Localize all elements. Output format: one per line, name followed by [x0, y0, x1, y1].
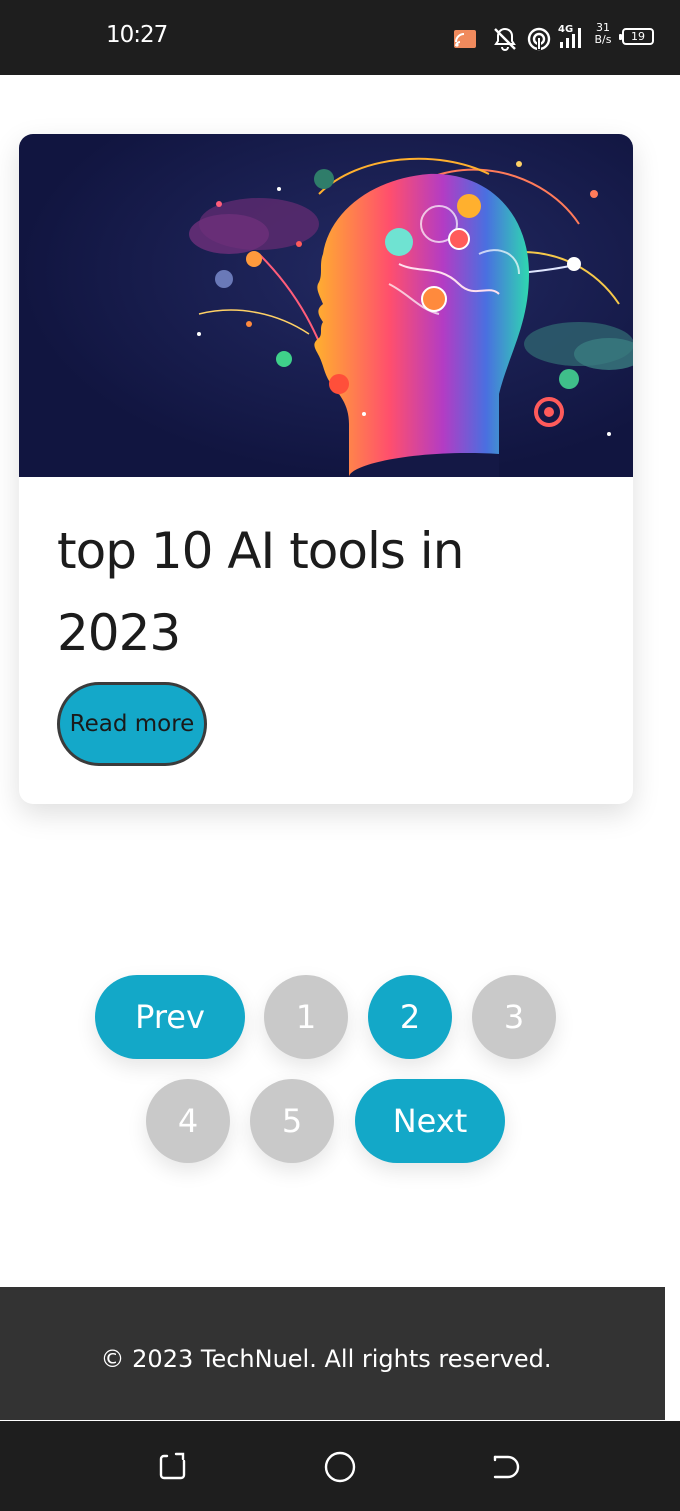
page-5-button[interactable]: 5 [250, 1079, 334, 1163]
article-title[interactable]: top 10 AI tools in 2023 [57, 510, 597, 674]
page-4-button[interactable]: 4 [146, 1079, 230, 1163]
svg-text:4G: 4G [558, 24, 573, 35]
signal-4g-icon: 4G [558, 24, 581, 48]
next-button[interactable]: Next [355, 1079, 505, 1163]
read-more-button[interactable]: Read more [57, 682, 207, 766]
status-time: 10:27 [106, 22, 168, 48]
recent-apps-icon[interactable] [156, 1449, 192, 1485]
page-2-button-current[interactable]: 2 [368, 975, 452, 1059]
status-bar: 10:27 4G 31 B/s 19 [0, 0, 680, 75]
copyright-text: © 2023 TechNuel. All rights reserved. [100, 1345, 552, 1373]
site-footer: © 2023 TechNuel. All rights reserved. [0, 1287, 665, 1420]
network-speed: 31 B/s [592, 22, 614, 46]
network-speed-unit: B/s [594, 33, 612, 46]
article-card[interactable]: top 10 AI tools in 2023 Read more [19, 134, 633, 804]
battery-indicator: 19 [619, 28, 654, 45]
cast-icon [454, 30, 476, 48]
prev-button[interactable]: Prev [95, 975, 245, 1059]
ai-head-illustration [19, 134, 633, 477]
notifications-off-icon [494, 27, 516, 51]
home-icon[interactable] [322, 1449, 358, 1485]
hotspot-icon [527, 27, 551, 51]
system-navigation-bar [0, 1421, 680, 1511]
back-icon[interactable] [488, 1449, 524, 1485]
page-3-button[interactable]: 3 [472, 975, 556, 1059]
page-1-button[interactable]: 1 [264, 975, 348, 1059]
